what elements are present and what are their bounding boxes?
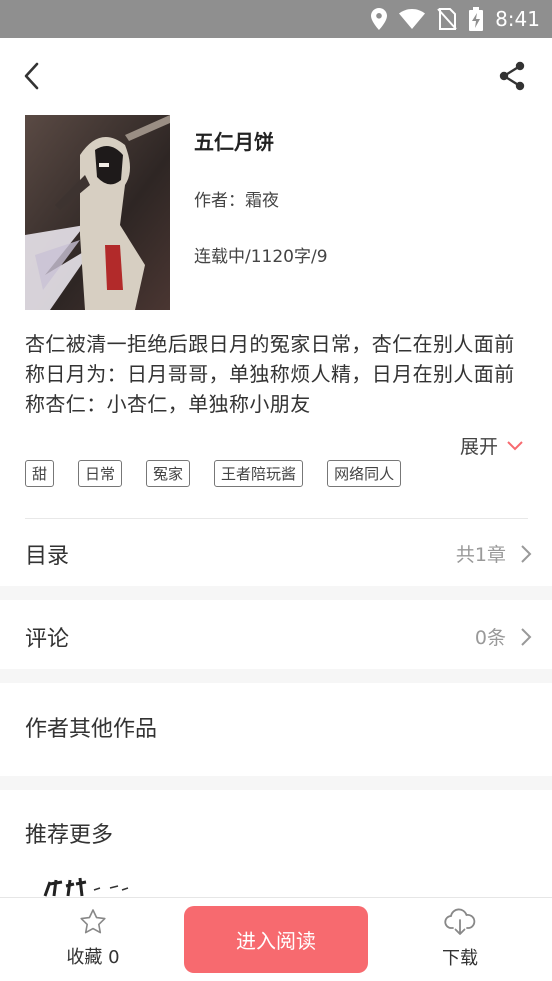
- expand-button[interactable]: 展开: [460, 432, 524, 459]
- start-reading-button[interactable]: 进入阅读: [184, 906, 368, 973]
- share-button[interactable]: [492, 56, 532, 96]
- status-bar: 8:41: [0, 0, 552, 38]
- no-sim-icon: [437, 8, 457, 30]
- tag-item[interactable]: 王者陪玩酱: [214, 460, 304, 487]
- section-separator: [0, 669, 552, 683]
- bottom-action-bar: 收藏 0 进入阅读 下载: [0, 897, 552, 981]
- recommend-label: 推荐更多: [25, 823, 114, 848]
- expand-label: 展开: [459, 436, 498, 458]
- divider: [25, 518, 528, 519]
- wifi-icon: [399, 9, 426, 29]
- download-button[interactable]: 下载: [428, 908, 492, 970]
- section-separator: [0, 776, 552, 790]
- top-nav: [0, 38, 552, 114]
- tag-item[interactable]: 冤家: [146, 460, 191, 487]
- chevron-right-icon: [521, 627, 532, 646]
- other-works-label: 作者其他作品: [25, 717, 158, 742]
- book-cover-art: [25, 115, 170, 310]
- recommend-book-art: [43, 877, 129, 897]
- download-label: 下载: [442, 948, 478, 969]
- back-arrow-icon: [24, 62, 39, 90]
- tag-item[interactable]: 日常: [78, 460, 123, 487]
- section-separator: [0, 586, 552, 600]
- tag-list: 甜 日常 冤家 王者陪玩酱 网络同人: [25, 460, 402, 487]
- book-cover[interactable]: [25, 115, 170, 310]
- favorite-button[interactable]: 收藏 0: [60, 908, 126, 969]
- recommend-book-cover[interactable]: [40, 876, 160, 898]
- book-title: 五仁月饼: [194, 130, 274, 154]
- cloud-download-icon: [444, 908, 476, 935]
- chevron-down-icon: [507, 440, 523, 450]
- tag-item[interactable]: 甜: [25, 460, 55, 487]
- status-time: 8:41: [495, 7, 540, 31]
- battery-charging-icon: [469, 7, 484, 31]
- tag-item[interactable]: 网络同人: [327, 460, 402, 487]
- favorite-label: 收藏 0: [66, 947, 120, 968]
- comments-count: 0条: [474, 627, 506, 649]
- location-icon: [371, 8, 388, 30]
- book-status: 连载中/1120字/9: [194, 247, 328, 267]
- back-button[interactable]: [12, 56, 52, 96]
- status-icons: 8:41: [371, 0, 540, 38]
- chevron-right-icon: [521, 544, 532, 563]
- book-author[interactable]: 作者：霜夜: [194, 186, 279, 211]
- catalog-count: 共1章: [455, 544, 506, 566]
- book-summary: 杏仁被清一拒绝后跟日月的冤家日常，杏仁在别人面前称日月为：日月哥哥，单独称烦人精…: [25, 332, 515, 416]
- comments-label: 评论: [25, 627, 70, 652]
- star-icon: [80, 909, 106, 934]
- share-icon: [499, 61, 525, 91]
- catalog-label: 目录: [25, 544, 70, 569]
